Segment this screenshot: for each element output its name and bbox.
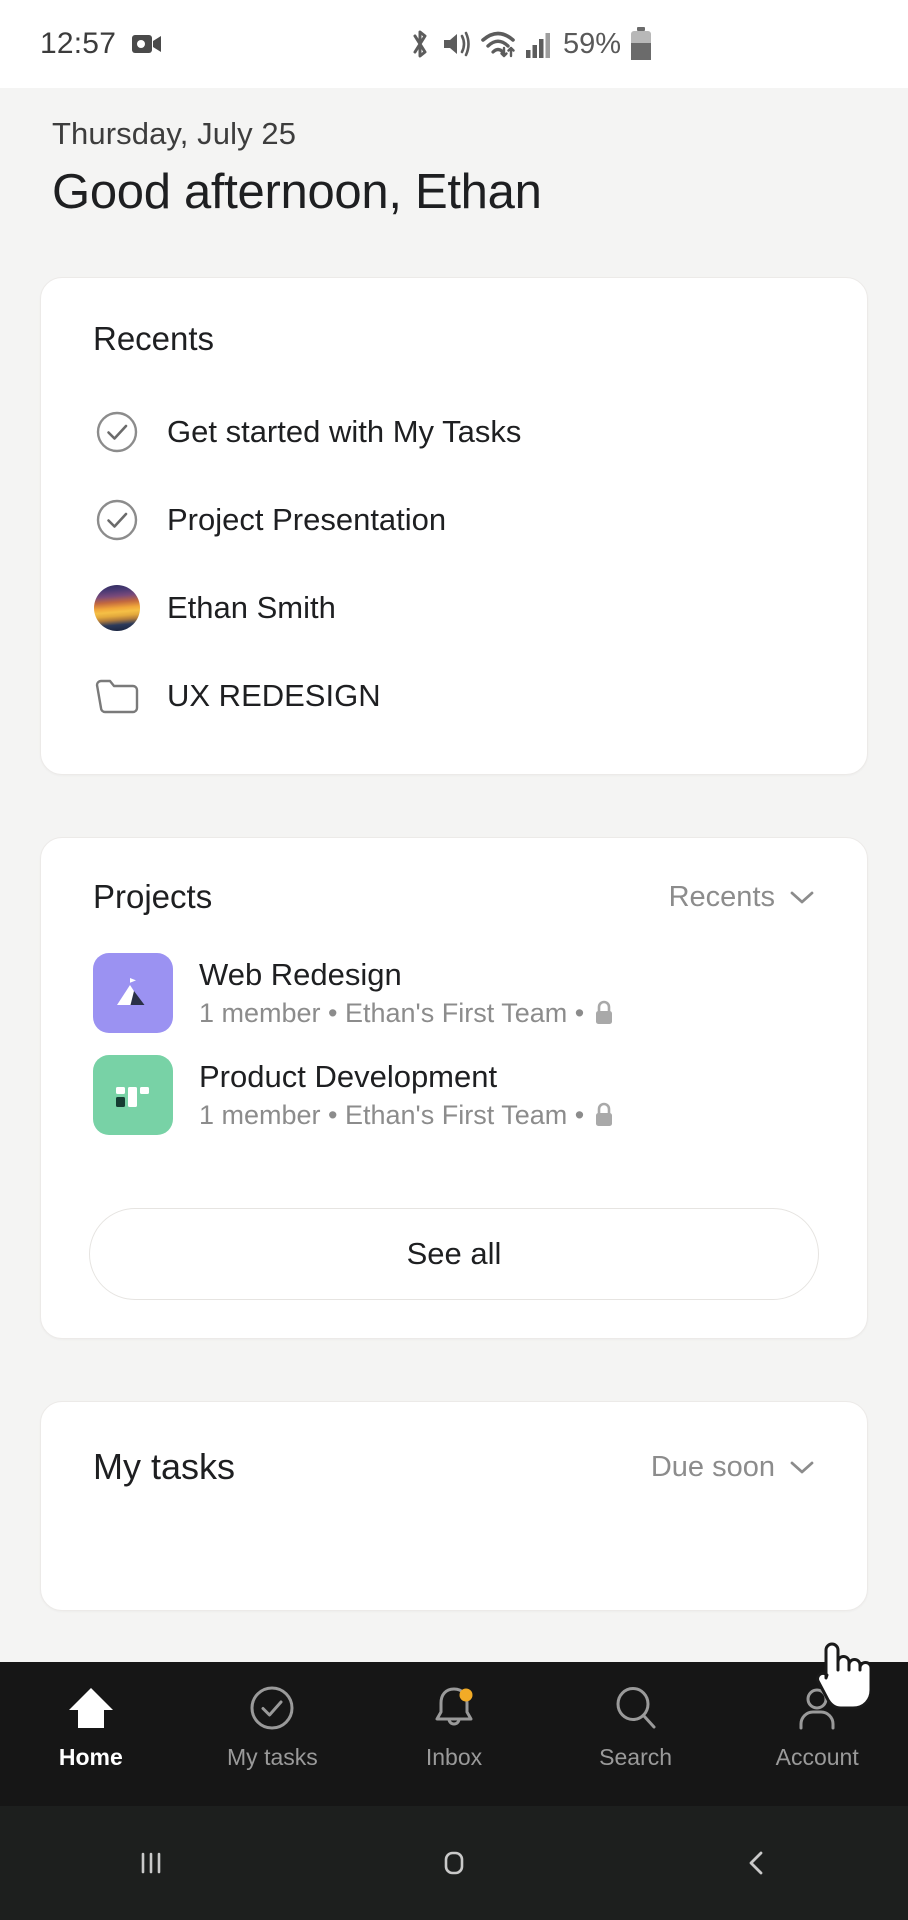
projects-list: Web Redesign 1 member • Ethan's First Te… xyxy=(69,942,839,1146)
project-text: Web Redesign 1 member • Ethan's First Te… xyxy=(199,956,615,1029)
status-bar: 12:57 59% xyxy=(0,0,908,88)
nav-item-search-label: Search xyxy=(599,1744,673,1770)
project-meta-text: 1 member • Ethan's First Team • xyxy=(199,1100,585,1131)
chevron-down-icon xyxy=(789,1459,815,1475)
status-bar-left: 12:57 xyxy=(40,27,162,61)
recent-apps-button[interactable] xyxy=(0,1846,303,1880)
nav-item-my-tasks[interactable]: My tasks xyxy=(182,1684,364,1771)
nav-item-account-label: Account xyxy=(775,1744,859,1770)
avatar xyxy=(93,584,141,632)
wifi-icon xyxy=(480,28,516,60)
nav-item-inbox-label: Inbox xyxy=(425,1744,483,1770)
android-system-navigation-bar xyxy=(0,1806,908,1920)
lock-icon xyxy=(593,1102,615,1128)
list-item-label: Project Presentation xyxy=(167,502,447,537)
list-item[interactable]: Web Redesign 1 member • Ethan's First Te… xyxy=(69,942,839,1044)
status-bar-clock: 12:57 xyxy=(40,27,117,60)
search-icon xyxy=(611,1684,661,1732)
lock-icon xyxy=(593,1000,615,1026)
project-meta-text: 1 member • Ethan's First Team • xyxy=(199,998,585,1029)
home-scroll-area[interactable]: Thursday, July 25 Good afternoon, Ethan … xyxy=(0,88,908,1920)
project-thumbnail xyxy=(93,953,173,1033)
project-text: Product Development 1 member • Ethan's F… xyxy=(199,1058,615,1131)
list-item[interactable]: Product Development 1 member • Ethan's F… xyxy=(69,1044,839,1146)
recents-card: Recents Get started with My Tasks Projec… xyxy=(40,277,868,775)
my-tasks-sort-label: Due soon xyxy=(650,1450,775,1483)
project-name: Product Development xyxy=(199,1059,498,1095)
see-all-button[interactable]: See all xyxy=(89,1208,819,1300)
greeting-date: Thursday, July 25 xyxy=(52,116,297,151)
camera-recording-icon xyxy=(132,33,162,55)
mute-vibrate-icon xyxy=(441,28,471,60)
check-circle-icon xyxy=(93,496,141,544)
project-name: Web Redesign xyxy=(199,957,402,993)
person-icon xyxy=(792,1684,842,1732)
list-item-label: UX REDESIGN xyxy=(167,678,381,713)
nav-item-home-label: Home xyxy=(58,1744,123,1770)
list-item[interactable]: Ethan Smith xyxy=(69,564,839,652)
home-button[interactable] xyxy=(303,1846,606,1880)
phone-screen: 12:57 59% Thursday, July 25 Good afterno… xyxy=(0,0,908,1920)
nav-item-search[interactable]: Search xyxy=(545,1684,727,1771)
battery-percentage-label: 59% xyxy=(563,27,622,60)
projects-card-title: Projects xyxy=(93,878,213,915)
folder-icon xyxy=(93,672,141,720)
my-tasks-card: My tasks Due soon xyxy=(40,1401,868,1611)
projects-sort-label: Recents xyxy=(668,880,775,913)
chevron-down-icon xyxy=(789,889,815,905)
project-meta: 1 member • Ethan's First Team • xyxy=(199,1099,615,1131)
list-item[interactable]: Project Presentation xyxy=(69,476,839,564)
my-tasks-sort-dropdown[interactable]: Due soon xyxy=(651,1451,815,1484)
board-icon xyxy=(111,1075,155,1115)
mountain-icon xyxy=(110,973,156,1013)
project-meta: 1 member • Ethan's First Team • xyxy=(199,997,615,1029)
bottom-navigation-bar: Home My tasks Inbox Search Account xyxy=(0,1662,908,1806)
my-tasks-card-title: My tasks xyxy=(93,1446,236,1487)
check-circle-icon xyxy=(93,408,141,456)
avatar-photo xyxy=(94,585,140,631)
my-tasks-card-header: My tasks Due soon xyxy=(93,1446,815,1488)
list-item[interactable]: UX REDESIGN xyxy=(69,652,839,740)
battery-icon xyxy=(630,27,652,61)
greeting-title: Good afternoon, Ethan xyxy=(52,165,542,219)
status-bar-right: 59% xyxy=(408,27,652,61)
nav-item-my-tasks-label: My tasks xyxy=(227,1744,318,1770)
cellular-signal-icon xyxy=(525,28,551,60)
projects-sort-dropdown[interactable]: Recents xyxy=(669,881,815,914)
recents-list: Get started with My Tasks Project Presen… xyxy=(69,388,839,740)
nav-item-inbox[interactable]: Inbox xyxy=(363,1684,545,1771)
project-thumbnail xyxy=(93,1055,173,1135)
bluetooth-icon xyxy=(408,28,432,60)
check-circle-icon xyxy=(247,1684,297,1732)
projects-card-header: Projects Recents xyxy=(69,878,839,916)
greeting-block: Thursday, July 25 Good afternoon, Ethan xyxy=(0,88,908,220)
nav-item-home[interactable]: Home xyxy=(0,1684,182,1771)
bell-icon xyxy=(429,1684,479,1732)
list-item[interactable]: Get started with My Tasks xyxy=(69,388,839,476)
nav-item-account[interactable]: Account xyxy=(726,1684,908,1771)
recents-card-title: Recents xyxy=(93,320,215,357)
home-icon xyxy=(65,1684,117,1732)
projects-card: Projects Recents Web Redesign 1 member •… xyxy=(40,837,868,1339)
back-button[interactable] xyxy=(605,1846,908,1880)
list-item-label: Get started with My Tasks xyxy=(167,414,522,449)
list-item-label: Ethan Smith xyxy=(167,590,336,625)
